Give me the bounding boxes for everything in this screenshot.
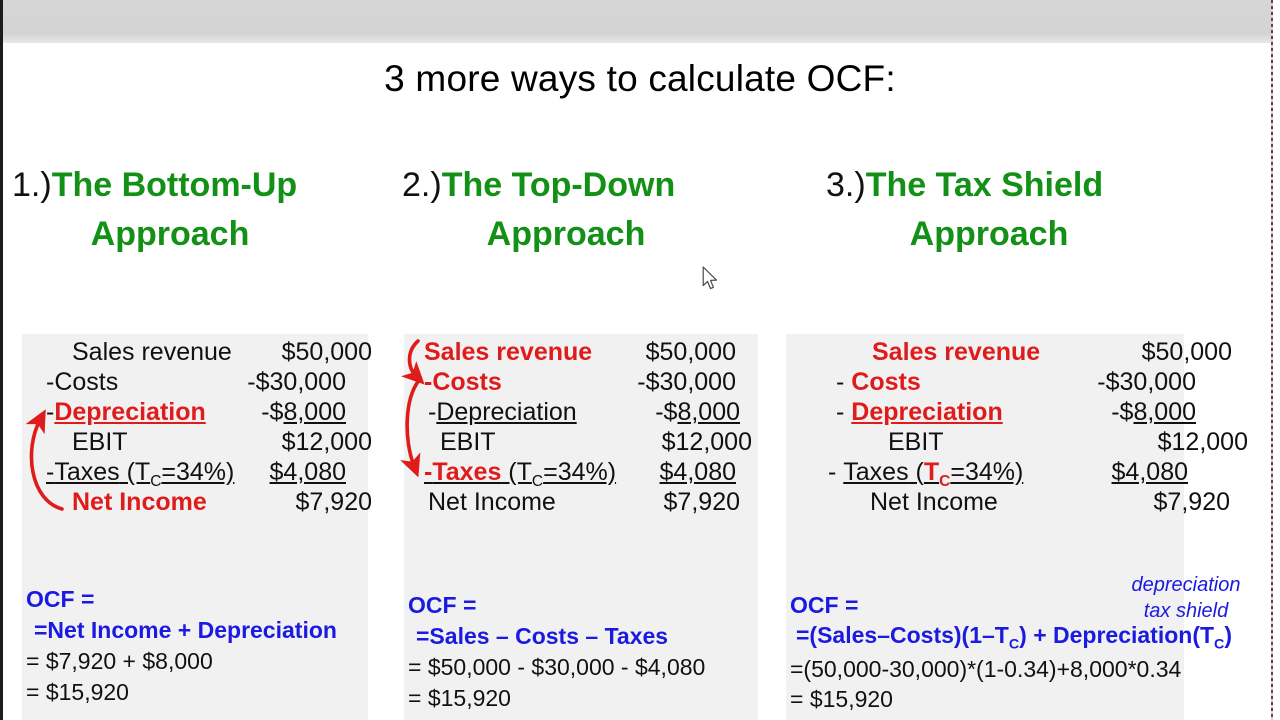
row-label-depreciation: -Depreciation [428, 398, 577, 426]
row-label-costs: -Costs [46, 368, 119, 396]
table-row: -Taxes (TC=34%) $4,080 [46, 458, 346, 490]
row-value-ebit: $12,000 [281, 428, 372, 456]
row-value-taxes: $4,080 [659, 458, 736, 486]
row-value-taxes: $4,080 [269, 458, 346, 486]
row-value-depreciation: -$8,000 [1111, 398, 1196, 426]
right-border-rule [1271, 0, 1273, 720]
table-row: -Taxes (TC=34%) $4,080 [424, 458, 736, 490]
income-statement-1: Sales revenue $50,000 -Costs -$30,000 -D… [46, 338, 372, 518]
row-value-costs: -$30,000 [247, 368, 346, 396]
ocf-sub-2: = $50,000 - $30,000 - $4,080 [408, 654, 706, 680]
table-row: - Depreciation -$8,000 [810, 398, 1196, 428]
ocf-expr-3: =(Sales–Costs)(1–TC) + Depreciation(TC) [796, 622, 1233, 653]
ocf-expr-1: =Net Income + Depreciation [34, 617, 337, 643]
row-label-depreciation: -Depreciation [46, 398, 206, 426]
heading-number-1: 1.) [12, 166, 52, 204]
row-label-sales: Sales revenue [72, 338, 232, 366]
row-value-ebit: $12,000 [1157, 428, 1248, 456]
page-title: 3 more ways to calculate OCF: [384, 58, 896, 99]
row-value-taxes: $4,080 [1111, 458, 1188, 486]
table-row: -Depreciation -$8,000 [46, 398, 346, 428]
annotation-line-1: depreciation [1131, 574, 1241, 596]
ocf-expr-2: =Sales – Costs – Taxes [416, 623, 669, 649]
table-row: -Costs -$30,000 [424, 368, 736, 398]
ocf-total-2: = $15,920 [408, 685, 511, 711]
table-row: EBIT $12,000 [424, 428, 752, 458]
income-statement-3: Sales revenue $50,000 - Costs -$30,000 -… [810, 338, 1248, 518]
row-label-costs: -Costs [424, 368, 502, 396]
row-label-sales: Sales revenue [424, 338, 593, 366]
table-row: - Taxes (TC=34%) $4,080 [810, 458, 1188, 490]
row-value-net-income: $7,920 [663, 488, 740, 516]
table-row: - Costs -$30,000 [810, 368, 1196, 398]
left-border-rule [0, 0, 3, 720]
table-row: Sales revenue $50,000 [810, 338, 1232, 368]
heading-bottom-up: 1.)The Bottom-Up Approach [12, 166, 384, 254]
row-label-ebit: EBIT [440, 428, 496, 456]
ocf-label-1: OCF = [26, 586, 95, 612]
row-value-sales: $50,000 [1141, 338, 1232, 366]
row-label-taxes: -Taxes (TC=34%) [424, 458, 617, 490]
ocf-formula-2: OCF = =Sales – Costs – Taxes = $50,000 -… [408, 592, 705, 716]
mouse-pointer-icon [702, 266, 717, 290]
approach-headings: 1.)The Bottom-Up Approach 2.)The Top-Dow… [0, 166, 1280, 276]
heading-top-down: 2.)The Top-Down Approach [402, 166, 770, 254]
table-row: -Costs -$30,000 [46, 368, 346, 398]
window-top-bar [3, 0, 1272, 43]
row-value-net-income: $7,920 [295, 488, 372, 516]
ocf-formula-1: OCF = =Net Income + Depreciation = $7,92… [26, 586, 337, 710]
row-value-costs: -$30,000 [1097, 368, 1196, 396]
row-value-sales: $50,000 [281, 338, 372, 366]
heading-text-1-line2: Approach [90, 215, 250, 253]
row-value-costs: -$30,000 [637, 368, 736, 396]
ocf-label-2: OCF = [408, 592, 477, 618]
row-value-depreciation: -$8,000 [261, 398, 346, 426]
row-label-net-income: Net Income [870, 488, 998, 516]
ocf-sub-3: =(50,000-30,000)*(1-0.34)+8,000*0.34 [790, 655, 1182, 682]
slide-canvas: 3 more ways to calculate OCF: 1.)The Bot… [0, 0, 1280, 720]
heading-text-1: The Bottom-Up [51, 166, 298, 204]
heading-number-2: 2.) [402, 166, 442, 204]
heading-tax-shield: 3.)The Tax Shield Approach [826, 166, 1196, 254]
income-statement-2: Sales revenue $50,000 -Costs -$30,000 -D… [424, 338, 752, 518]
table-row: Net Income $7,920 [424, 488, 740, 518]
ocf-total-1: = $15,920 [26, 679, 129, 705]
row-label-ebit: EBIT [72, 428, 128, 456]
table-row: EBIT $12,000 [810, 428, 1248, 458]
table-row: Net Income $7,920 [810, 488, 1230, 518]
row-label-net-income: Net Income [72, 488, 207, 516]
table-row: Sales revenue $50,000 [46, 338, 372, 368]
table-row: Sales revenue $50,000 [424, 338, 736, 368]
ocf-sub-1: = $7,920 + $8,000 [26, 648, 213, 674]
table-row: -Depreciation -$8,000 [424, 398, 740, 428]
heading-number-3: 3.) [826, 166, 866, 204]
row-value-net-income: $7,920 [1153, 488, 1230, 516]
row-label-taxes: - Taxes (TC=34%) [828, 458, 1024, 490]
table-row: Net Income $7,920 [46, 488, 372, 518]
ocf-total-3: = $15,920 [790, 685, 893, 712]
row-label-ebit: EBIT [888, 428, 944, 456]
row-label-costs: - Costs [836, 368, 921, 396]
annotation-line-2: tax shield [1143, 600, 1229, 622]
row-label-sales: Sales revenue [872, 338, 1041, 366]
heading-text-2: The Top-Down [441, 166, 676, 204]
tax-shield-annotation: depreciation tax shield [1106, 572, 1266, 624]
heading-text-3-line2: Approach [909, 215, 1069, 253]
table-row: EBIT $12,000 [46, 428, 372, 458]
row-value-ebit: $12,000 [661, 428, 752, 456]
heading-text-3: The Tax Shield [865, 166, 1104, 204]
row-value-sales: $50,000 [645, 338, 736, 366]
row-label-depreciation: - Depreciation [836, 398, 1003, 426]
heading-text-2-line2: Approach [486, 215, 646, 253]
row-value-depreciation: -$8,000 [655, 398, 740, 426]
row-label-taxes: -Taxes (TC=34%) [46, 458, 235, 490]
row-label-net-income: Net Income [428, 488, 556, 516]
